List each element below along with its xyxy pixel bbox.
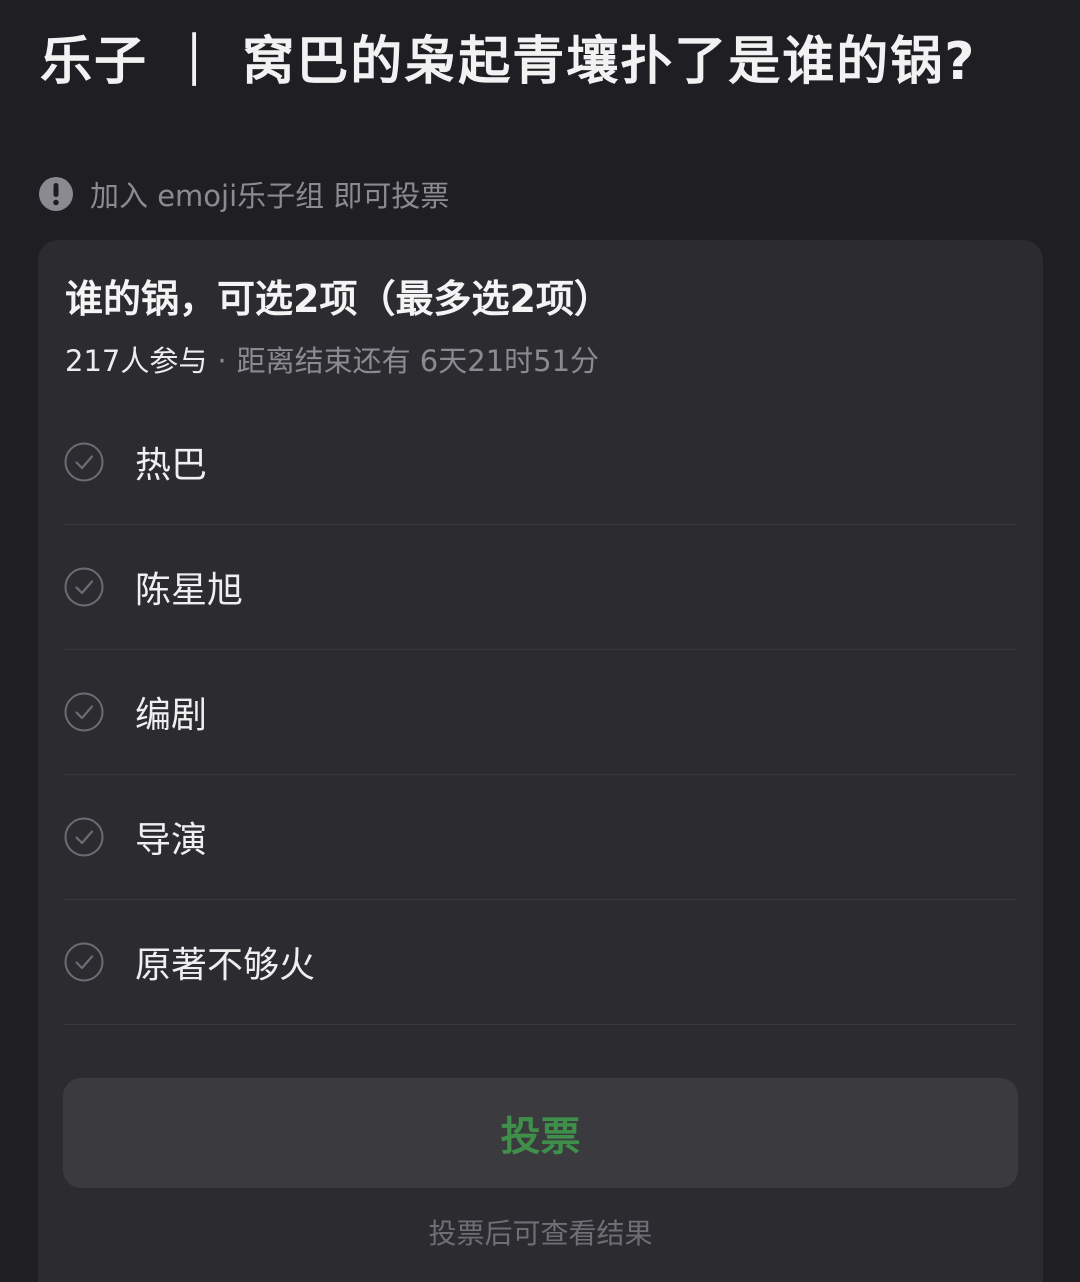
check-circle-icon[interactable] (64, 567, 104, 607)
page-title: 乐子 ｜ 窝巴的枭起青壤扑了是谁的锅? (40, 32, 977, 92)
result-hint: 投票后可查看结果 (428, 1217, 653, 1250)
check-circle-icon[interactable] (64, 817, 104, 857)
time-remaining: 距离结束还有 6天21时51分 (236, 344, 600, 378)
poll-options: 热巴 陈星旭 编剧 导演 原著不够火 (64, 400, 1016, 1025)
option-label: 导演 (135, 820, 208, 861)
participant-count: 217人参与 (65, 344, 208, 378)
option-label: 陈星旭 (135, 570, 244, 611)
exclamation-circle-icon (39, 177, 73, 211)
vote-button[interactable]: 投票 (63, 1078, 1018, 1188)
poll-option[interactable]: 编剧 (64, 650, 1016, 775)
check-circle-icon[interactable] (64, 442, 104, 482)
poll-card: 谁的锅，可选2项（最多选2项） 217人参与 · 距离结束还有 6天21时51分 热… (38, 240, 1043, 1282)
poll-page: 乐子 ｜ 窝巴的枭起青壤扑了是谁的锅? 加入 emoji乐子组 即可投票 谁的锅… (0, 0, 1080, 1282)
poll-option[interactable]: 陈星旭 (64, 525, 1016, 650)
option-label: 原著不够火 (135, 945, 316, 986)
join-notice: 加入 emoji乐子组 即可投票 (38, 174, 449, 214)
poll-option[interactable]: 热巴 (64, 400, 1016, 525)
option-label: 热巴 (135, 445, 208, 486)
check-circle-icon[interactable] (64, 692, 104, 732)
poll-option[interactable]: 导演 (64, 775, 1016, 900)
notice-text: 加入 emoji乐子组 即可投票 (90, 179, 450, 213)
poll-option[interactable]: 原著不够火 (64, 900, 1016, 1025)
meta-separator: · (217, 344, 227, 378)
poll-meta: 217人参与 · 距离结束还有 6天21时51分 (65, 338, 599, 380)
check-circle-icon[interactable] (64, 942, 104, 982)
option-label: 编剧 (135, 695, 208, 736)
poll-question: 谁的锅，可选2项（最多选2项） (65, 277, 612, 321)
